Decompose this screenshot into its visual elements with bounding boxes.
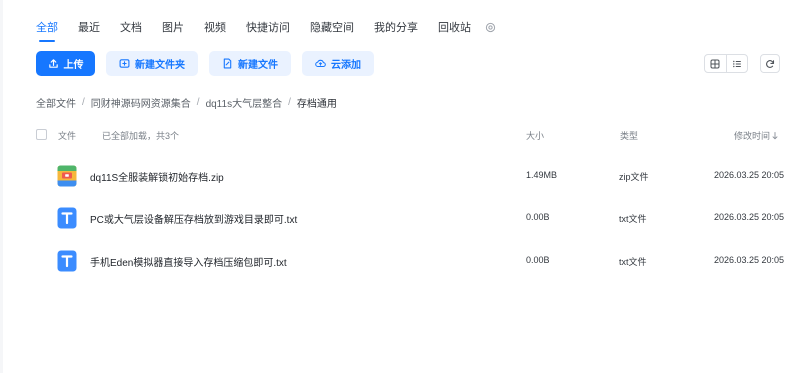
column-header-name: 文件 <box>58 131 77 141</box>
breadcrumb-separator: / <box>82 97 85 108</box>
category-tabs: 全部 最近 文档 图片 视频 快捷访问 隐藏空间 我的分享 回收站 <box>36 17 496 42</box>
new-file-label: 新建文件 <box>238 60 278 71</box>
tab-videos[interactable]: 视频 <box>204 19 226 35</box>
tab-quick-access[interactable]: 快捷访问 <box>246 19 290 35</box>
load-status-text: 已全部加载，共3个 <box>102 131 180 141</box>
file-type: zip文件 <box>619 172 649 182</box>
new-file-icon <box>222 58 233 69</box>
left-edge-strip <box>0 0 3 373</box>
file-table-header: 文件 已全部加载，共3个 大小 类型 修改时间 <box>36 127 800 143</box>
tab-images[interactable]: 图片 <box>162 19 184 35</box>
file-type: txt文件 <box>619 214 647 224</box>
grid-view-icon[interactable] <box>705 55 727 72</box>
sort-arrow-icon <box>772 131 778 140</box>
new-folder-button[interactable]: 新建文件夹 <box>106 51 198 76</box>
breadcrumb-all-files[interactable]: 全部文件 <box>36 95 76 110</box>
txt-file-icon <box>57 250 77 272</box>
cloud-add-label: 云添加 <box>331 60 361 71</box>
table-row[interactable]: dq11S全服装解锁初始存档.zip 1.49MB zip文件 2026.03.… <box>36 158 800 194</box>
file-type: txt文件 <box>619 257 647 267</box>
cloud-add-button[interactable]: 云添加 <box>302 51 374 76</box>
breadcrumb: 全部文件 / 同财神源码网资源集合 / dq11s大气层整合 / 存档通用 <box>36 95 337 110</box>
file-size: 1.49MB <box>526 170 558 180</box>
refresh-icon <box>765 59 775 69</box>
new-folder-icon <box>119 58 130 69</box>
file-name[interactable]: dq11S全服装解锁初始存档.zip <box>90 169 224 184</box>
file-name[interactable]: 手机Eden模拟器直接导入存档压缩包即可.txt <box>90 254 287 269</box>
tab-recent[interactable]: 最近 <box>78 19 100 35</box>
tab-my-shares[interactable]: 我的分享 <box>374 19 418 35</box>
file-name[interactable]: PC或大气层设备解压存档放到游戏目录即可.txt <box>90 211 297 226</box>
table-row[interactable]: 手机Eden模拟器直接导入存档压缩包即可.txt 0.00B txt文件 202… <box>36 243 800 279</box>
breadcrumb-separator: / <box>288 97 291 108</box>
cloud-upload-icon <box>315 58 326 69</box>
column-header-size[interactable]: 大小 <box>526 129 544 142</box>
table-row[interactable]: PC或大气层设备解压存档放到游戏目录即可.txt 0.00B txt文件 202… <box>36 200 800 236</box>
file-modified-time: 2026.03.25 20:05 <box>714 170 785 180</box>
upload-label: 上传 <box>63 60 84 71</box>
zip-file-icon <box>57 165 77 187</box>
list-view-icon[interactable] <box>727 55 748 72</box>
upload-icon <box>48 58 59 69</box>
breadcrumb-resource-collection[interactable]: 同财神源码网资源集合 <box>91 95 191 110</box>
column-header-type[interactable]: 类型 <box>620 129 638 142</box>
tab-documents[interactable]: 文档 <box>120 19 142 35</box>
file-size: 0.00B <box>526 212 550 222</box>
breadcrumb-separator: / <box>196 97 200 108</box>
select-all-checkbox[interactable] <box>36 129 47 140</box>
action-toolbar: 上传 新建文件夹 新建文件 云添加 <box>36 51 374 76</box>
breadcrumb-current-folder: 存档通用 <box>296 99 337 110</box>
txt-file-icon <box>57 207 77 229</box>
tab-settings-icon[interactable] <box>485 22 496 33</box>
new-folder-label: 新建文件夹 <box>135 60 185 71</box>
refresh-button[interactable] <box>760 54 780 73</box>
view-switch <box>704 54 748 73</box>
tab-recycle-bin[interactable]: 回收站 <box>438 19 471 35</box>
new-file-button[interactable]: 新建文件 <box>209 51 291 76</box>
tab-all[interactable]: 全部 <box>36 19 58 42</box>
file-modified-time: 2026.03.25 20:05 <box>714 255 785 265</box>
file-modified-time: 2026.03.25 20:05 <box>714 212 785 222</box>
breadcrumb-dq11s-folder[interactable]: dq11s大气层整合 <box>206 95 283 110</box>
upload-button[interactable]: 上传 <box>36 51 95 76</box>
tab-hidden-space[interactable]: 隐藏空间 <box>310 19 354 35</box>
column-header-modified-time-label: 修改时间 <box>734 131 771 141</box>
column-header-modified-time[interactable]: 修改时间 <box>734 129 778 142</box>
file-size: 0.00B <box>526 255 550 265</box>
